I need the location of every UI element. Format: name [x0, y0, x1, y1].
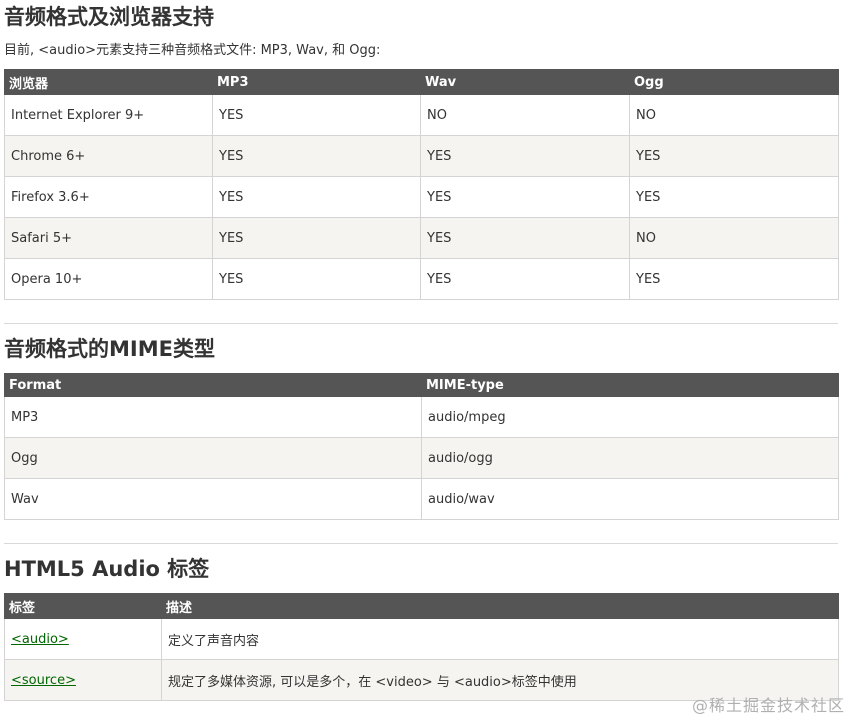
header-wav: Wav	[420, 69, 630, 95]
table-cell: YES	[420, 135, 630, 177]
table-row: Wav audio/wav	[4, 478, 839, 520]
table-cell: YES	[212, 258, 421, 300]
table-cell: Ogg	[4, 437, 422, 479]
table-row: Internet Explorer 9+ YES NO NO	[4, 94, 839, 136]
section-title-audio-tags: HTML5 Audio 标签	[4, 557, 210, 581]
table-cell: Opera 10+	[4, 258, 213, 300]
table-cell: NO	[629, 94, 839, 136]
table-cell: <source>	[4, 659, 162, 701]
table-row: Safari 5+ YES YES NO	[4, 217, 839, 259]
table-cell: audio/wav	[421, 478, 839, 520]
table-cell: audio/ogg	[421, 437, 839, 479]
source-tag-link[interactable]: <source>	[11, 673, 76, 688]
header-description: 描述	[161, 593, 839, 619]
table-cell: Wav	[4, 478, 422, 520]
table-cell: YES	[212, 135, 421, 177]
header-mp3: MP3	[212, 69, 421, 95]
table-cell: YES	[629, 176, 839, 218]
table-cell: audio/mpeg	[421, 396, 839, 438]
table-cell: YES	[629, 258, 839, 300]
audio-tag-link[interactable]: <audio>	[11, 632, 69, 647]
table-cell: YES	[212, 94, 421, 136]
watermark: @稀土掘金技术社区	[691, 696, 845, 715]
table-cell: YES	[420, 258, 630, 300]
table-row: Firefox 3.6+ YES YES YES	[4, 176, 839, 218]
table-cell: YES	[420, 217, 630, 259]
table-row: Ogg audio/ogg	[4, 437, 839, 479]
header-format: Format	[4, 373, 422, 397]
table-cell: Firefox 3.6+	[4, 176, 213, 218]
table-cell: Internet Explorer 9+	[4, 94, 213, 136]
intro-text: 目前, <audio>元素支持三种音频格式文件: MP3, Wav, 和 Ogg…	[4, 43, 381, 58]
table-cell: Safari 5+	[4, 217, 213, 259]
header-mime-type: MIME-type	[421, 373, 839, 397]
table-cell: YES	[212, 217, 421, 259]
browser-support-table: 浏览器 MP3 Wav Ogg Internet Explorer 9+ YES…	[4, 69, 839, 300]
table-cell: Chrome 6+	[4, 135, 213, 177]
section-divider	[4, 323, 838, 324]
table-cell: NO	[420, 94, 630, 136]
header-browser: 浏览器	[4, 69, 213, 95]
table-header-row: 标签 描述	[4, 593, 839, 619]
section-title-mime-types: 音频格式的MIME类型	[4, 337, 215, 361]
table-row: MP3 audio/mpeg	[4, 396, 839, 438]
audio-tags-table: 标签 描述 <audio> 定义了声音内容 <source> 规定了多媒体资源,…	[4, 593, 839, 701]
table-row: Opera 10+ YES YES YES	[4, 258, 839, 300]
section-title-browser-support: 音频格式及浏览器支持	[4, 5, 214, 29]
table-row: Chrome 6+ YES YES YES	[4, 135, 839, 177]
table-header-row: Format MIME-type	[4, 373, 839, 397]
table-row: <audio> 定义了声音内容	[4, 618, 839, 660]
table-header-row: 浏览器 MP3 Wav Ogg	[4, 69, 839, 95]
header-tag: 标签	[4, 593, 162, 619]
table-cell: 定义了声音内容	[161, 618, 839, 660]
section-divider	[4, 543, 838, 544]
table-cell: YES	[212, 176, 421, 218]
table-cell: YES	[420, 176, 630, 218]
table-cell: NO	[629, 217, 839, 259]
table-cell: MP3	[4, 396, 422, 438]
table-cell: <audio>	[4, 618, 162, 660]
header-ogg: Ogg	[629, 69, 839, 95]
table-cell: YES	[629, 135, 839, 177]
mime-type-table: Format MIME-type MP3 audio/mpeg Ogg audi…	[4, 373, 839, 520]
